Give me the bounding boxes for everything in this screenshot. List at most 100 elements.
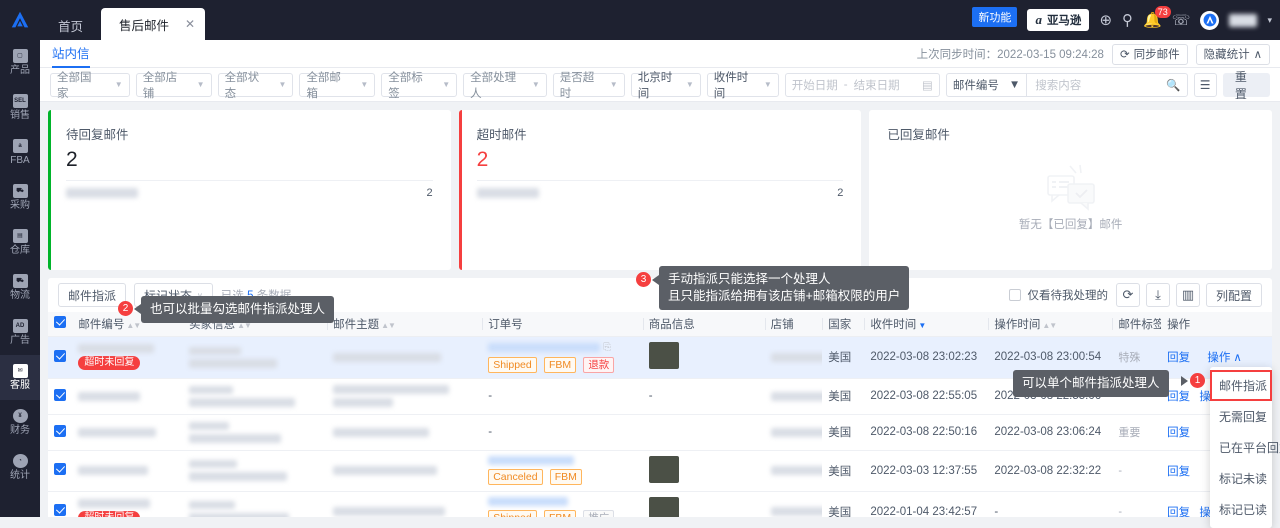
date-range-picker[interactable]: 开始日期 - 结束日期 ▤ (784, 72, 940, 97)
table-row[interactable]: 超时未回复 Shipped FBM 推广 (48, 491, 1272, 517)
sidebar-item-tongji[interactable]: ◔ 统计 (0, 445, 40, 490)
sidebar-item-cangku[interactable]: ▤ 仓库 (0, 220, 40, 265)
table-row[interactable]: - 美国 2022-03-08 22:50:16 2022-03-08 23:0… (48, 414, 1272, 451)
calendar-icon[interactable]: ▤ (922, 78, 933, 92)
sidebar-item-label: 广告 (10, 335, 30, 346)
th-receive-time[interactable]: 收件时间 ▼ (864, 312, 989, 337)
search-field-select[interactable]: 邮件编号 ▼ (947, 73, 1028, 96)
chevron-down-icon: ▼ (609, 80, 618, 89)
sidebar-item-caiwu[interactable]: ¥ 财务 (0, 400, 40, 445)
bell-icon[interactable]: 🔔 73 (1143, 5, 1171, 28)
table-row[interactable]: Canceled FBM 美国 2022-03-03 12:37:55 2022… (48, 450, 1272, 492)
tab-aftersale-mail[interactable]: 售后邮件 ✕ (101, 8, 206, 40)
card-row[interactable]: 2 (476, 180, 844, 205)
tab-inbox[interactable]: 站内信 (52, 40, 90, 68)
filter-country[interactable]: 全部国家 ▼ (50, 72, 130, 100)
dropdown-item-mark-unread[interactable]: 标记未读 (1210, 463, 1272, 494)
amazon-icon: a (1035, 12, 1042, 27)
columns-icon[interactable]: ▥ (1175, 283, 1200, 307)
reply-button[interactable]: 回复 (1167, 352, 1190, 364)
sidebar-item-label: 统计 (10, 470, 30, 481)
sidebar-item-guanggao[interactable]: AD 广告 (0, 310, 40, 355)
filter-handler[interactable]: 全部处理人 ▼ (463, 72, 547, 100)
sidebar-item-chanpin[interactable]: ▢ 产品 (0, 40, 40, 85)
row-checkbox[interactable] (54, 463, 66, 475)
sidebar-item-fba[interactable]: a FBA (0, 130, 40, 175)
annotation-number-3: 3 (636, 272, 651, 287)
annotation-number-2: 2 (118, 301, 133, 316)
sort-icon[interactable]: ▼ (918, 321, 926, 330)
dropdown-item-assign[interactable]: 邮件指派 (1210, 370, 1272, 401)
reply-button[interactable]: 回复 (1167, 391, 1190, 403)
row-checkbox[interactable] (54, 388, 66, 401)
refresh-icon[interactable]: ⟳ (1115, 283, 1140, 307)
assign-mail-button[interactable]: 邮件指派 (58, 283, 127, 307)
reply-button[interactable]: 回复 (1167, 466, 1190, 478)
annotation-tip-2: 也可以批量勾选邮件指派处理人 (141, 296, 335, 323)
dropdown-item-replied-on-platform[interactable]: 已在平台回复 (1210, 432, 1280, 463)
finance-icon: ¥ (12, 409, 28, 423)
card-row[interactable]: 2 (66, 180, 433, 205)
copy-icon[interactable]: ⎘ (603, 342, 611, 353)
filter-store[interactable]: 全部店铺 ▼ (135, 72, 212, 100)
filter-overtime[interactable]: 是否超时 ▼ (552, 72, 625, 100)
date-end-input[interactable]: 结束日期 (854, 77, 900, 93)
th-operate-time[interactable]: 操作时间 ▲▼ (988, 312, 1113, 337)
chevron-up-icon: ∧ (1233, 352, 1242, 364)
th-label: 商品信息 (648, 318, 695, 331)
search-input[interactable]: 搜索内容 (1027, 77, 1160, 93)
alarm-icon[interactable]: ⚲ (1122, 13, 1133, 28)
reset-button[interactable]: 重置 (1222, 70, 1271, 101)
select-all-checkbox[interactable] (54, 316, 66, 329)
tab-home[interactable]: 首页 (40, 10, 101, 40)
logo-icon[interactable] (0, 0, 40, 40)
platform-switcher[interactable]: a 亚马逊 (1027, 9, 1090, 31)
notification-count: 73 (1154, 5, 1171, 18)
download-icon[interactable]: ⊕ (1099, 13, 1112, 28)
sidebar-item-xiaoshou[interactable]: SEL 销售 (0, 85, 40, 130)
filter-tag[interactable]: 全部标签 ▼ (381, 72, 458, 100)
column-config-button[interactable]: 列配置 (1205, 283, 1262, 307)
product-thumbnail[interactable] (648, 342, 679, 369)
chevron-down-icon[interactable]: ▾ (1267, 15, 1272, 26)
dropdown-item-mark-read[interactable]: 标记已读 (1210, 494, 1272, 525)
product-thumbnail[interactable] (648, 496, 679, 517)
sort-icon[interactable]: ▲▼ (1042, 321, 1057, 330)
card-empty-state: 暂无【已回复】邮件 (887, 143, 1254, 253)
cell-buyer-info (183, 450, 328, 492)
search-box[interactable]: 邮件编号 ▼ 搜索内容 🔍 (945, 72, 1188, 97)
action-dropdown-menu[interactable]: 邮件指派 无需回复 已在平台回复 标记未读 标记已读 (1210, 367, 1280, 528)
sidebar-item-caigou[interactable]: ⛟ 采购 (0, 175, 40, 220)
sort-icon[interactable]: ▲▼ (381, 321, 396, 330)
filter-time-field[interactable]: 收件时间 ▼ (706, 72, 779, 100)
only-mine-checkbox[interactable] (1009, 289, 1022, 301)
dropdown-item-no-reply[interactable]: 无需回复 (1210, 401, 1272, 432)
filter-status[interactable]: 全部状态 ▼ (217, 72, 294, 100)
select-all-header (48, 312, 73, 337)
cell-store (764, 450, 823, 492)
reply-button[interactable]: 回复 (1167, 507, 1190, 518)
reply-button[interactable]: 回复 (1167, 427, 1190, 439)
date-start-input[interactable]: 开始日期 (792, 77, 838, 93)
row-checkbox[interactable] (54, 349, 66, 362)
sidebar-item-kefu[interactable]: ✉ 客服 (0, 355, 40, 400)
action-menu-button[interactable]: 操作 ∧ (1201, 347, 1248, 367)
table-body: 超时未回复 ⎘ Shipped FBM 退款 美国 2022-03-08 23:… (48, 336, 1272, 517)
filter-timezone[interactable]: 北京时间 ▼ (630, 72, 701, 100)
search-icon[interactable]: 🔍 (1160, 78, 1186, 92)
row-checkbox[interactable] (54, 424, 66, 437)
headset-icon[interactable]: ☏ (1172, 13, 1191, 28)
new-feature-badge[interactable]: 新功能 (972, 7, 1018, 27)
avatar[interactable] (1200, 10, 1220, 30)
user-name-masked[interactable] (1229, 13, 1258, 27)
filter-mailbox[interactable]: 全部邮箱 ▼ (299, 72, 376, 100)
sidebar-item-wuliu[interactable]: ⛟ 物流 (0, 265, 40, 310)
row-checkbox[interactable] (54, 504, 66, 516)
close-icon[interactable]: ✕ (185, 17, 195, 31)
hide-stats-button[interactable]: 隐藏统计 ∧ (1195, 43, 1270, 65)
product-thumbnail[interactable] (648, 455, 679, 483)
download-icon[interactable]: ⤓ (1145, 283, 1170, 307)
sort-icon[interactable]: ▲▼ (126, 321, 141, 330)
advanced-filter-icon[interactable]: ☰ (1193, 72, 1217, 97)
sync-mail-button[interactable]: ⟳ 同步邮件 (1111, 43, 1188, 65)
